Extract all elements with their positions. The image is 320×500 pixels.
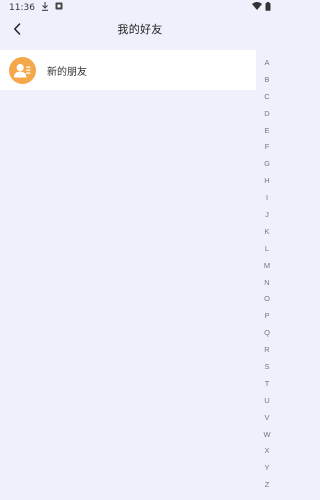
page-title: 我的好友 xyxy=(117,23,163,36)
battery-icon xyxy=(265,1,271,14)
alphabet-index-letter[interactable]: I xyxy=(266,190,268,207)
status-time: 11:36 xyxy=(9,2,35,13)
alphabet-index-letter[interactable]: B xyxy=(264,72,269,89)
alphabet-index-letter[interactable]: L xyxy=(265,241,269,258)
wifi-icon xyxy=(252,2,262,13)
add-friend-icon xyxy=(9,56,36,84)
alphabet-index-letter[interactable]: X xyxy=(264,443,269,460)
alphabet-index-letter[interactable]: S xyxy=(264,359,269,376)
status-bar: 11:36 xyxy=(0,0,280,15)
back-button[interactable] xyxy=(10,21,24,37)
alphabet-index-letter[interactable]: T xyxy=(265,376,270,393)
chevron-left-icon xyxy=(13,20,21,39)
alphabet-index-letter[interactable]: N xyxy=(264,275,269,292)
alphabet-index-letter[interactable]: U xyxy=(264,393,269,410)
alphabet-index-letter[interactable]: A xyxy=(264,55,269,72)
alphabet-index: ABCDEFGHIJKLMNOPQRSTUVWXYZ xyxy=(261,55,273,494)
alphabet-index-letter[interactable]: O xyxy=(264,291,270,308)
alphabet-index-letter[interactable]: R xyxy=(264,342,269,359)
alphabet-index-letter[interactable]: Z xyxy=(265,477,270,494)
download-icon xyxy=(41,1,49,14)
status-left: 11:36 xyxy=(9,1,63,14)
alphabet-index-letter[interactable]: Y xyxy=(264,460,269,477)
alphabet-index-letter[interactable]: K xyxy=(264,224,269,241)
alphabet-index-letter[interactable]: C xyxy=(264,89,269,106)
alphabet-index-letter[interactable]: W xyxy=(263,427,270,444)
list-item-new-friends[interactable]: 新的朋友 xyxy=(0,50,256,90)
alphabet-index-letter[interactable]: M xyxy=(264,258,270,275)
alphabet-index-letter[interactable]: E xyxy=(264,123,269,140)
alphabet-index-letter[interactable]: Q xyxy=(264,325,270,342)
friend-list: 新的朋友 xyxy=(0,50,256,90)
status-right xyxy=(252,1,271,14)
header: 我的好友 xyxy=(0,15,280,43)
alphabet-index-letter[interactable]: F xyxy=(265,139,270,156)
alphabet-index-letter[interactable]: P xyxy=(264,308,269,325)
alphabet-index-letter[interactable]: D xyxy=(264,106,269,123)
alphabet-index-letter[interactable]: V xyxy=(264,410,269,427)
alphabet-index-letter[interactable]: G xyxy=(264,156,270,173)
list-item-label: 新的朋友 xyxy=(47,66,87,78)
alphabet-index-letter[interactable]: H xyxy=(264,173,269,190)
friends-screen: 11:36 我的好友 新的朋友 A B C D E F G H I J K L … xyxy=(0,0,280,500)
notification-icon xyxy=(55,2,63,13)
alphabet-index-letter[interactable]: J xyxy=(265,207,269,224)
